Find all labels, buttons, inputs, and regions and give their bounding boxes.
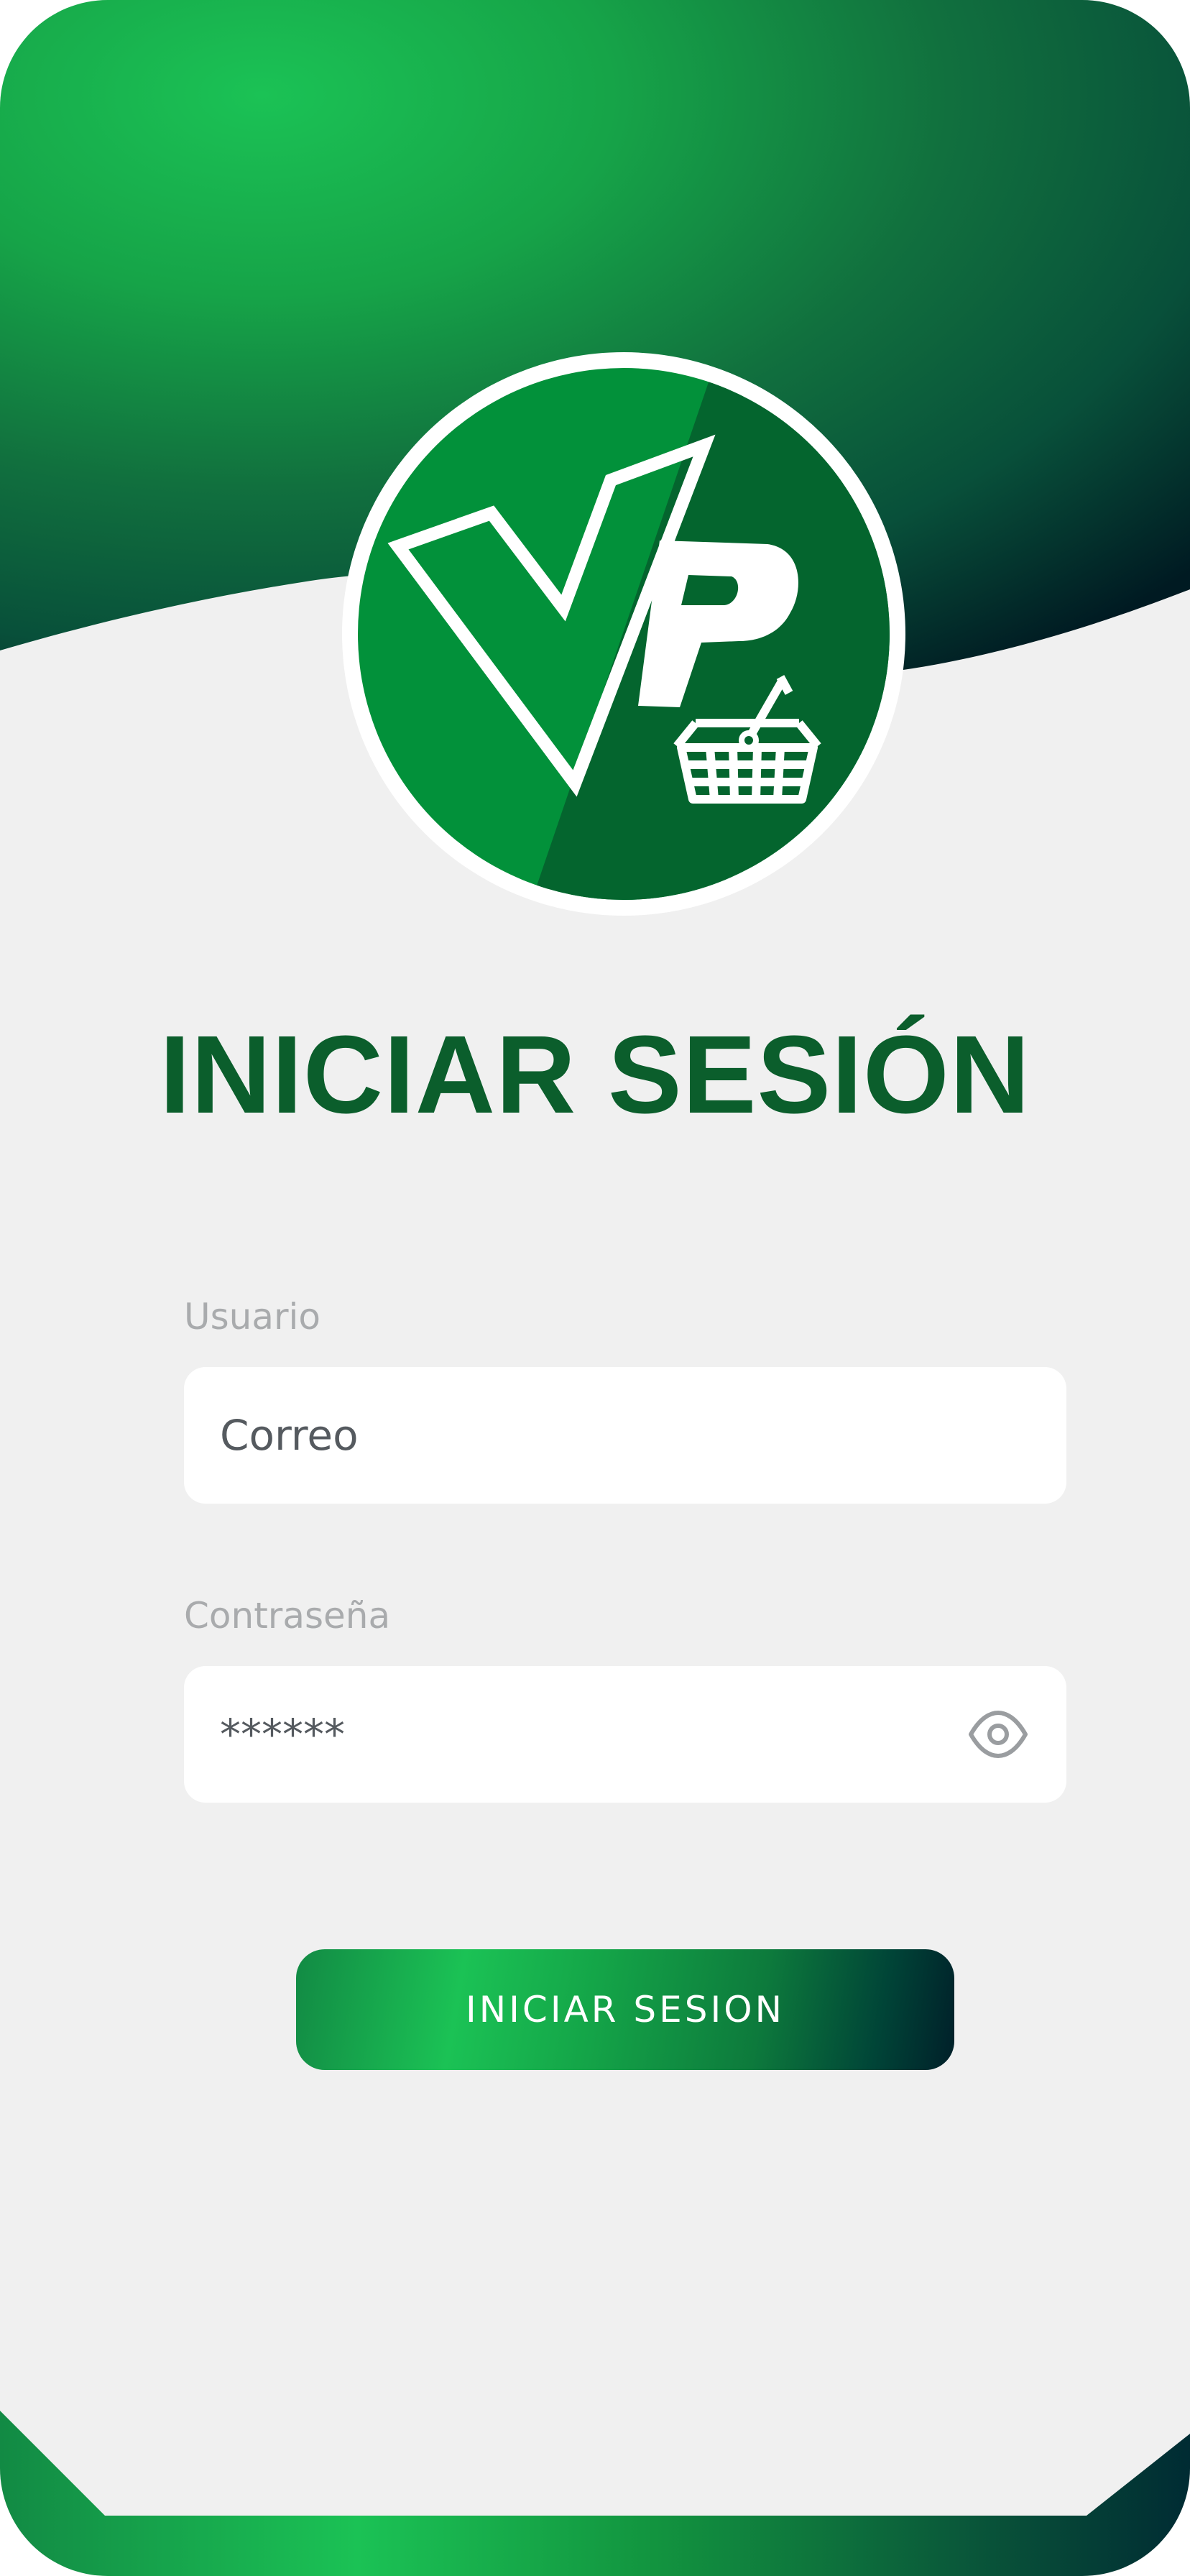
username-input[interactable] (220, 1367, 938, 1504)
password-input[interactable] (220, 1666, 938, 1803)
login-button[interactable]: INICIAR SESION (296, 1949, 954, 2070)
password-field (184, 1666, 1066, 1803)
password-label: Contraseña (184, 1595, 391, 1637)
username-label: Usuario (184, 1296, 321, 1338)
login-screen: INICIAR SESIÓN Usuario Contraseña INICIA… (0, 0, 1190, 2576)
footer-wave (0, 2411, 1190, 2576)
username-field (184, 1367, 1066, 1504)
eye-icon[interactable] (967, 1703, 1029, 1765)
vp-basket-logo-icon (342, 352, 905, 916)
page-title: INICIAR SESIÓN (160, 1013, 1030, 1136)
